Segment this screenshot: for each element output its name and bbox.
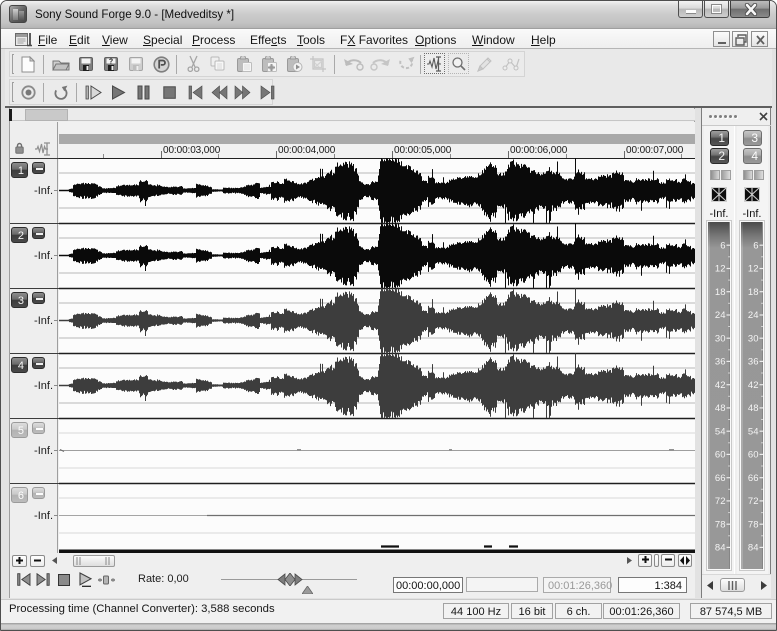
svg-text:18: 18	[715, 287, 726, 298]
svg-text:72: 72	[748, 496, 759, 507]
svg-text:72: 72	[715, 496, 726, 507]
svg-text:6: 6	[720, 240, 725, 251]
svg-text:78: 78	[715, 519, 726, 530]
svg-text:48: 48	[715, 403, 726, 414]
svg-text:84: 84	[748, 543, 759, 554]
svg-text:36: 36	[748, 357, 759, 368]
svg-text:24: 24	[715, 310, 726, 321]
svg-text:36: 36	[715, 357, 726, 368]
svg-text:48: 48	[748, 403, 759, 414]
svg-text:30: 30	[748, 333, 759, 344]
svg-text:60: 60	[748, 450, 759, 461]
svg-text:78: 78	[748, 519, 759, 530]
svg-text:12: 12	[748, 264, 759, 275]
svg-text:42: 42	[748, 380, 759, 391]
svg-text:66: 66	[715, 473, 726, 484]
svg-text:12: 12	[715, 264, 726, 275]
svg-text:84: 84	[715, 543, 726, 554]
svg-text:30: 30	[715, 333, 726, 344]
svg-text:60: 60	[715, 450, 726, 461]
svg-text:42: 42	[715, 380, 726, 391]
svg-text:54: 54	[748, 426, 759, 437]
svg-text:6: 6	[753, 240, 758, 251]
svg-text:24: 24	[748, 310, 759, 321]
svg-text:54: 54	[715, 426, 726, 437]
svg-text:18: 18	[748, 287, 759, 298]
svg-text:66: 66	[748, 473, 759, 484]
svg-text:?: ?	[109, 59, 113, 66]
